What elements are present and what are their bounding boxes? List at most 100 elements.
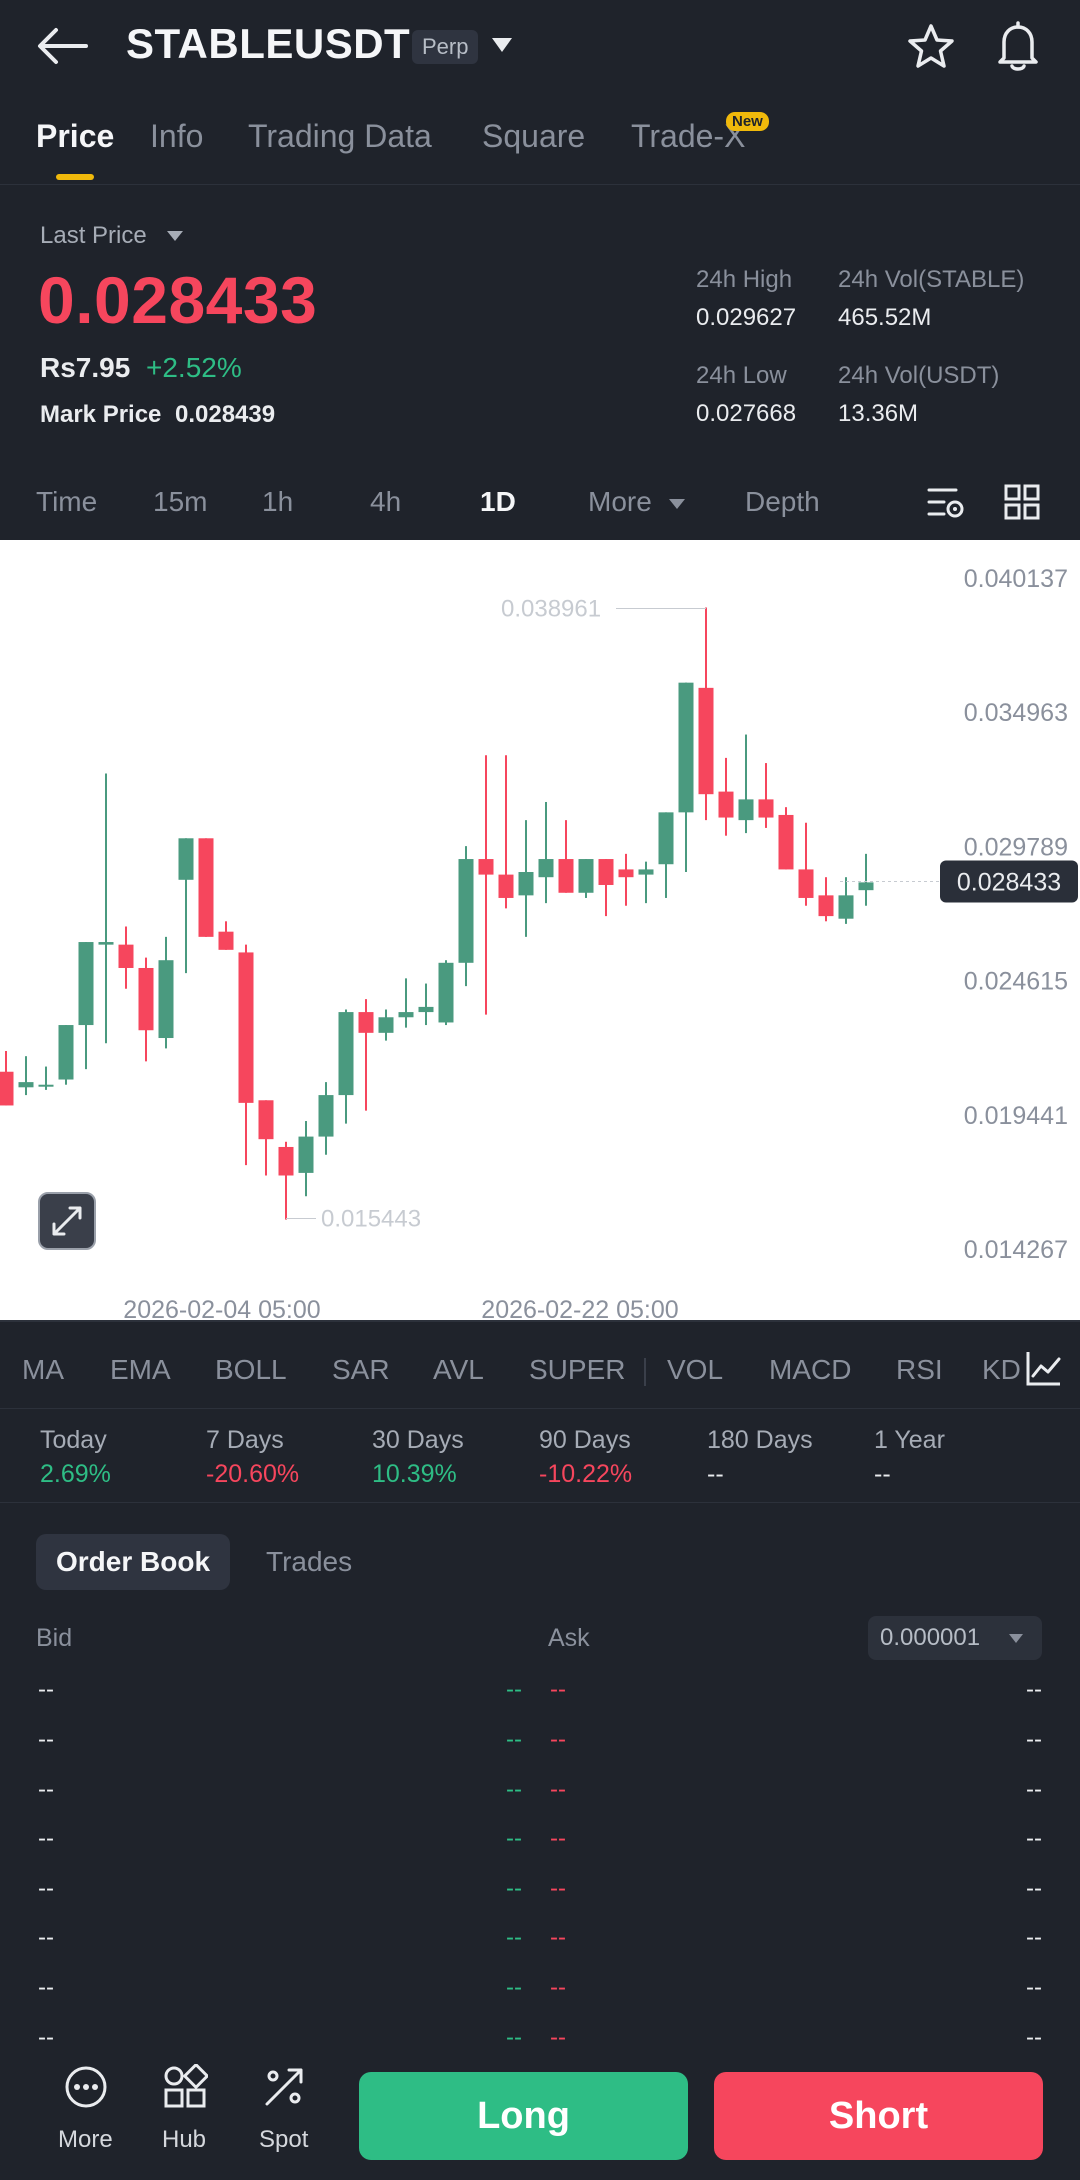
back-arrow-icon[interactable] xyxy=(34,24,90,68)
bid-price: -- xyxy=(506,1825,522,1852)
short-button[interactable]: Short xyxy=(714,2072,1043,2160)
indicator-settings-icon[interactable] xyxy=(1024,1348,1064,1388)
high-24h-label: 24h High xyxy=(696,266,793,293)
candle-down xyxy=(0,1071,14,1106)
indicator-sar[interactable]: SAR xyxy=(332,1354,390,1386)
candle-down xyxy=(698,687,714,795)
expand-icon xyxy=(52,1206,82,1236)
timeframe-more[interactable]: More xyxy=(588,486,652,518)
timeframe-time[interactable]: Time xyxy=(36,486,97,518)
ask-price: -- xyxy=(550,1875,566,1902)
candle-up xyxy=(858,882,874,891)
candle-down xyxy=(118,944,134,968)
ask-quantity: -- xyxy=(1026,1924,1042,1951)
price-change-percent: +2.52% xyxy=(146,352,242,383)
order-book-row[interactable]: -- -- -- -- xyxy=(0,1821,1080,1861)
timeframe-1d[interactable]: 1D xyxy=(480,486,516,518)
candle-up xyxy=(678,682,694,813)
long-button[interactable]: Long xyxy=(359,2072,688,2160)
more-label[interactable]: More xyxy=(58,2126,113,2154)
order-book-row[interactable]: -- -- -- -- xyxy=(0,1772,1080,1812)
order-book-row[interactable]: -- -- -- -- xyxy=(0,1871,1080,1911)
y-tick-label: 0.019441 xyxy=(964,1102,1068,1130)
timeframe-1h[interactable]: 1h xyxy=(262,486,293,518)
ask-price: -- xyxy=(550,1726,566,1753)
perf-30d-value: 10.39% xyxy=(372,1460,457,1488)
tab-square[interactable]: Square xyxy=(482,118,585,155)
order-book-row[interactable]: -- -- -- -- xyxy=(0,1672,1080,1712)
more-dots-icon xyxy=(65,2066,107,2108)
current-price-axis-label: 0.028433 xyxy=(957,869,1061,897)
candle-down xyxy=(758,799,774,818)
ask-header: Ask xyxy=(548,1624,590,1652)
bid-price: -- xyxy=(506,1924,522,1951)
chart-canvas[interactable]: 0.038961 0.015443 0.040137 0.034963 0.0297… xyxy=(0,540,1080,1320)
candle-down xyxy=(198,838,214,937)
mark-price-label: Mark Price xyxy=(40,401,162,428)
precision-select[interactable]: 0.000001 xyxy=(868,1616,1042,1660)
last-price-dropdown-icon[interactable] xyxy=(166,230,184,242)
order-book-row[interactable]: -- -- -- -- xyxy=(0,1722,1080,1762)
candle-down xyxy=(598,859,614,885)
hub-label[interactable]: Hub xyxy=(162,2126,206,2154)
candlestick-chart[interactable]: 0.038961 0.015443 0.040137 0.034963 0.0297… xyxy=(0,540,1080,1320)
y-tick-label: 0.040137 xyxy=(964,565,1068,593)
indicator-ema[interactable]: EMA xyxy=(110,1354,171,1386)
y-tick-label: 0.024615 xyxy=(964,968,1068,996)
indicator-rsi[interactable]: RSI xyxy=(896,1354,943,1386)
ask-quantity: -- xyxy=(1026,1726,1042,1753)
indicator-macd[interactable]: MACD xyxy=(769,1354,851,1386)
indicator-ma[interactable]: MA xyxy=(22,1354,64,1386)
ask-quantity: -- xyxy=(1026,1875,1042,1902)
last-price-label[interactable]: Last Price xyxy=(40,222,147,250)
favorite-star-icon[interactable] xyxy=(906,22,956,72)
fullscreen-button[interactable] xyxy=(38,1192,96,1250)
low-price-marker: 0.015443 xyxy=(321,1205,421,1232)
bid-quantity: -- xyxy=(38,1875,54,1902)
vol-quote-value: 13.36M xyxy=(838,400,919,427)
candle-up xyxy=(178,838,194,880)
chart-settings-icon[interactable] xyxy=(926,482,966,522)
symbol-dropdown-icon[interactable] xyxy=(490,36,514,54)
tab-order-book[interactable]: Order Book xyxy=(36,1534,230,1590)
bid-quantity: -- xyxy=(38,1974,54,2001)
notification-bell-icon[interactable] xyxy=(994,20,1042,72)
candle-up xyxy=(398,1012,414,1018)
indicator-boll[interactable]: BOLL xyxy=(215,1354,287,1386)
tab-trades[interactable]: Trades xyxy=(266,1546,352,1578)
indicator-super[interactable]: SUPER xyxy=(529,1354,625,1386)
candle-up xyxy=(518,872,534,896)
indicator-kd[interactable]: KD xyxy=(982,1354,1021,1386)
order-book-row[interactable]: -- -- -- -- xyxy=(0,1970,1080,2010)
symbol-title[interactable]: STABLEUSDT xyxy=(126,20,410,68)
bid-price: -- xyxy=(506,2024,522,2051)
bid-price: -- xyxy=(506,1776,522,1803)
ask-price: -- xyxy=(550,1676,566,1703)
ask-quantity: -- xyxy=(1026,1825,1042,1852)
candle-up xyxy=(78,942,94,1026)
indicator-avl[interactable]: AVL xyxy=(433,1354,484,1386)
spot-swap-icon xyxy=(265,2068,303,2106)
candle-up xyxy=(838,895,854,919)
candle-up xyxy=(318,1095,334,1137)
tab-price[interactable]: Price xyxy=(36,118,114,155)
tab-trading-data[interactable]: Trading Data xyxy=(248,118,432,155)
spot-label[interactable]: Spot xyxy=(259,2126,308,2154)
layout-grid-icon[interactable] xyxy=(1004,484,1040,520)
candle-down xyxy=(278,1146,294,1176)
perp-badge: Perp xyxy=(412,30,479,64)
candle-down xyxy=(798,869,814,898)
ask-quantity: -- xyxy=(1026,1776,1042,1803)
timeframe-depth[interactable]: Depth xyxy=(745,486,820,518)
y-tick-label: 0.029789 xyxy=(964,833,1068,861)
tab-info[interactable]: Info xyxy=(150,118,203,155)
timeframe-4h[interactable]: 4h xyxy=(370,486,401,518)
candle-up xyxy=(538,859,554,878)
order-book-row[interactable]: -- -- -- -- xyxy=(0,1920,1080,1960)
timeframe-15m[interactable]: 15m xyxy=(153,486,207,518)
indicator-vol[interactable]: VOL xyxy=(667,1354,723,1386)
candle-up xyxy=(418,1006,434,1013)
ask-price: -- xyxy=(550,2024,566,2051)
perf-30d-label: 30 Days xyxy=(372,1426,464,1454)
candle-up xyxy=(298,1136,314,1173)
